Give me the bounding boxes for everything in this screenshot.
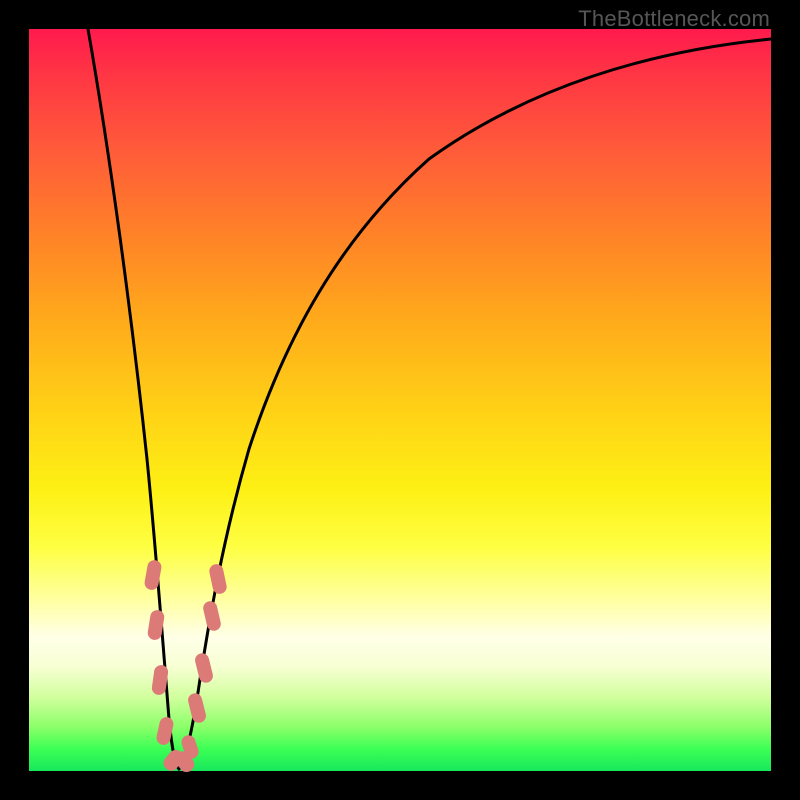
outer-frame: TheBottleneck.com: [0, 0, 800, 800]
bead-marker: [187, 692, 208, 724]
curve-svg: [29, 29, 771, 771]
bottleneck-curve: [88, 29, 771, 769]
plot-area: [29, 29, 771, 771]
attribution-label: TheBottleneck.com: [578, 6, 770, 32]
bead-marker: [202, 600, 222, 632]
bead-group: [144, 559, 228, 775]
bead-marker: [194, 652, 215, 684]
bead-marker: [208, 563, 228, 595]
